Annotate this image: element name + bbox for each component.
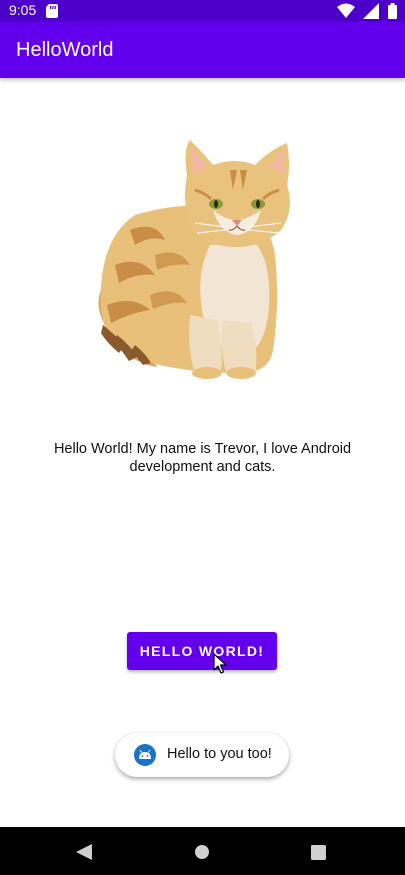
toast-message: Hello to you too! xyxy=(115,733,289,777)
app-bar: HelloWorld xyxy=(0,22,405,78)
app-screen: 9:05 HelloWorld Hello World! My name is … xyxy=(0,0,405,875)
status-time: 9:05 xyxy=(9,2,37,18)
status-icons xyxy=(337,3,397,19)
navigation-bar xyxy=(0,827,405,875)
wifi-icon xyxy=(337,3,356,18)
cat-illustration xyxy=(98,140,290,379)
status-bar: 9:05 xyxy=(0,0,405,22)
hello-world-button[interactable]: HELLO WORLD! xyxy=(127,632,277,670)
battery-icon xyxy=(388,3,397,19)
app-title: HelloWorld xyxy=(16,39,114,61)
signal-icon xyxy=(363,3,380,19)
back-icon[interactable] xyxy=(76,844,92,860)
recents-icon[interactable] xyxy=(311,845,326,860)
android-app-icon xyxy=(134,744,156,766)
intro-text: Hello World! My name is Trevor, I love A… xyxy=(53,441,352,475)
home-icon[interactable] xyxy=(194,844,210,860)
sd-card-icon xyxy=(46,4,58,18)
toast-text: Hello to you too! xyxy=(167,746,272,762)
mouse-cursor-icon xyxy=(213,653,227,674)
